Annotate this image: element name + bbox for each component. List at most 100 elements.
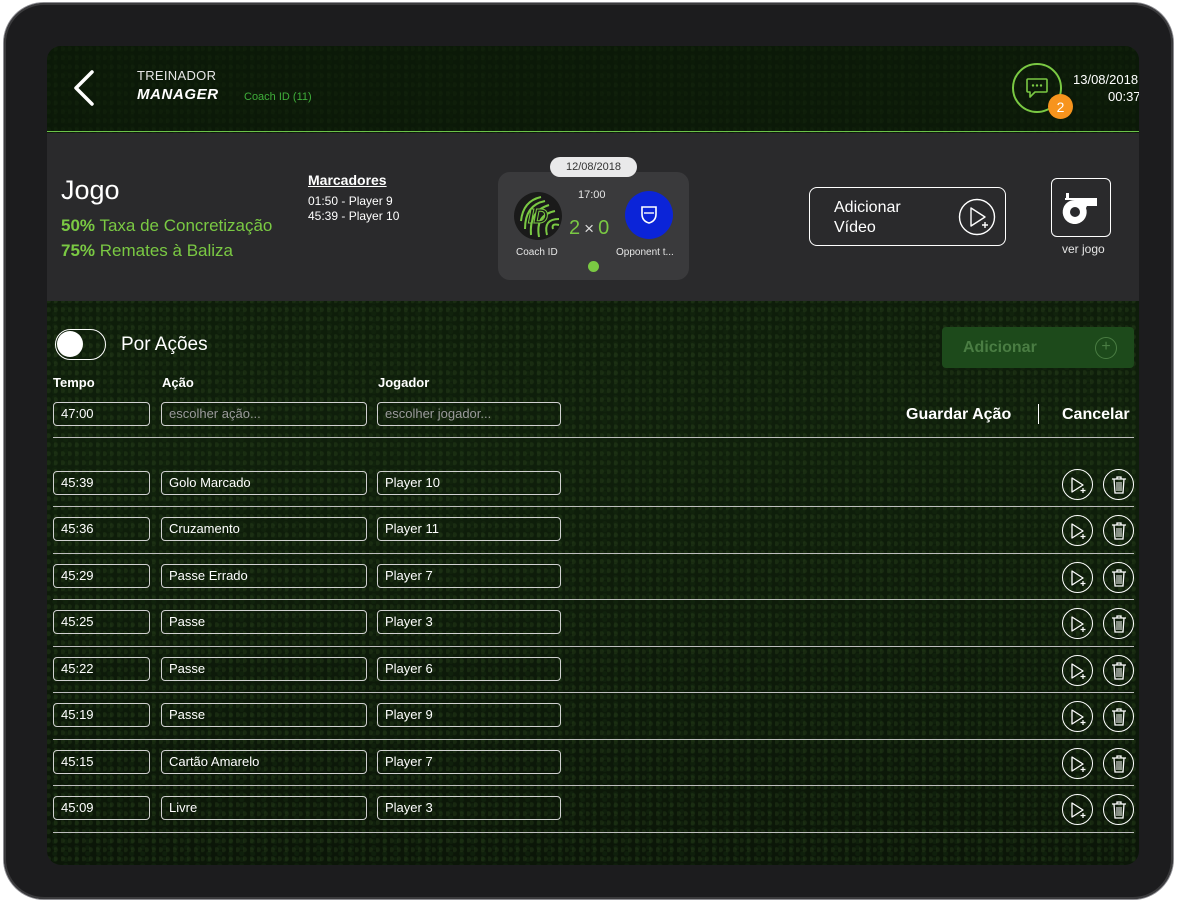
column-header-tempo: Tempo (53, 375, 95, 390)
row-action-field[interactable]: Golo Marcado (161, 471, 367, 495)
row-player-field[interactable]: Player 11 (377, 517, 561, 541)
delete-row-button[interactable] (1103, 515, 1134, 546)
row-action-field[interactable]: Passe Errado (161, 564, 367, 588)
scorer-item: 01:50 - Player 9 (308, 194, 393, 208)
trash-icon (1111, 568, 1126, 587)
save-action-button[interactable]: Guardar Ação (906, 406, 1011, 424)
trash-icon (1111, 707, 1126, 726)
trash-icon (1111, 475, 1126, 494)
add-video-row-button[interactable] (1062, 655, 1093, 686)
column-header-acao: Ação (162, 375, 194, 390)
divider (53, 785, 1134, 786)
row-time-field[interactable]: 45:36 (53, 517, 150, 541)
add-video-row-button[interactable] (1062, 515, 1093, 546)
ver-jogo-button[interactable] (1051, 178, 1111, 237)
plus-circle-icon: + (1095, 337, 1117, 359)
tablet-frame: TREINADOR MANAGER Coach ID (11) 2 13/08/… (4, 3, 1173, 899)
play-add-icon (1070, 522, 1085, 539)
row-player-field[interactable]: Player 10 (377, 471, 561, 495)
row-player-field[interactable]: Player 6 (377, 657, 561, 681)
add-video-row-button[interactable] (1062, 701, 1093, 732)
divider (53, 437, 1134, 438)
delete-row-button[interactable] (1103, 748, 1134, 779)
divider (53, 692, 1134, 693)
chat-bubble-icon (1026, 78, 1048, 98)
row-player-field[interactable]: Player 9 (377, 703, 561, 727)
play-add-icon (1070, 476, 1085, 493)
por-acoes-toggle[interactable] (55, 329, 106, 360)
trash-icon (1111, 521, 1126, 540)
home-team-name: Coach ID (516, 247, 558, 258)
divider (1038, 404, 1039, 424)
play-add-icon (1070, 615, 1085, 632)
adicionar-button[interactable]: Adicionar + (942, 327, 1134, 368)
delete-row-button[interactable] (1103, 608, 1134, 639)
row-time-field[interactable]: 45:29 (53, 564, 150, 588)
top-bar: TREINADOR MANAGER Coach ID (11) 2 13/08/… (47, 46, 1139, 132)
brand-manager: MANAGER (137, 86, 219, 103)
delete-row-button[interactable] (1103, 655, 1134, 686)
toggle-label: Por Ações (121, 334, 208, 355)
row-time-field[interactable]: 45:19 (53, 703, 150, 727)
row-player-field[interactable]: Player 3 (377, 796, 561, 820)
row-player-field[interactable]: Player 7 (377, 750, 561, 774)
delete-row-button[interactable] (1103, 469, 1134, 500)
row-action-field[interactable]: Passe (161, 703, 367, 727)
row-action-field[interactable]: Cruzamento (161, 517, 367, 541)
match-date-pill: 12/08/2018 (550, 157, 637, 177)
match-score: 2 × 0 (569, 217, 610, 239)
play-add-icon (1070, 755, 1085, 772)
player-select[interactable]: escolher jogador... (377, 402, 561, 426)
divider (53, 553, 1134, 554)
divider (53, 599, 1134, 600)
row-action-field[interactable]: Passe (161, 610, 367, 634)
row-player-field[interactable]: Player 7 (377, 564, 561, 588)
adicionar-label: Adicionar (963, 339, 1037, 356)
divider (53, 832, 1134, 833)
add-video-row-button[interactable] (1062, 469, 1093, 500)
divider (53, 739, 1134, 740)
back-chevron-icon[interactable] (71, 68, 99, 108)
add-video-label: Adicionar Vídeo (834, 199, 901, 236)
add-video-row-button[interactable] (1062, 794, 1093, 825)
chat-badge: 2 (1048, 94, 1073, 119)
row-time-field[interactable]: 45:09 (53, 796, 150, 820)
column-header-jogador: Jogador (378, 375, 430, 390)
delete-row-button[interactable] (1103, 701, 1134, 732)
away-team-logo (625, 191, 673, 239)
divider (53, 646, 1134, 647)
new-time-input[interactable]: 47:00 (53, 402, 150, 426)
match-time: 17:00 (578, 189, 606, 201)
scorer-item: 45:39 - Player 10 (308, 209, 400, 223)
header-time: 00:37 (1108, 89, 1139, 104)
action-select[interactable]: escolher ação... (161, 402, 367, 426)
row-time-field[interactable]: 45:39 (53, 471, 150, 495)
stat-shots-on-target: 75% Remates à Baliza (61, 241, 233, 260)
delete-row-button[interactable] (1103, 562, 1134, 593)
row-time-field[interactable]: 45:15 (53, 750, 150, 774)
add-video-row-button[interactable] (1062, 608, 1093, 639)
svg-text:ID: ID (528, 206, 548, 228)
live-indicator (588, 261, 599, 272)
play-add-icon (1070, 569, 1085, 586)
ver-jogo-label: ver jogo (1062, 242, 1105, 256)
row-time-field[interactable]: 45:22 (53, 657, 150, 681)
coach-id-label: Coach ID (11) (244, 91, 312, 103)
row-action-field[interactable]: Passe (161, 657, 367, 681)
play-add-icon (1070, 708, 1085, 725)
add-video-button[interactable]: Adicionar Vídeo (809, 187, 1006, 246)
add-video-row-button[interactable] (1062, 748, 1093, 779)
row-action-field[interactable]: Cartão Amarelo (161, 750, 367, 774)
brand-treinador: TREINADOR (137, 68, 217, 83)
toggle-knob (57, 331, 83, 357)
row-action-field[interactable]: Livre (161, 796, 367, 820)
row-time-field[interactable]: 45:25 (53, 610, 150, 634)
trash-icon (1111, 754, 1126, 773)
whistle-icon (1062, 192, 1097, 224)
cancel-button[interactable]: Cancelar (1062, 406, 1130, 424)
delete-row-button[interactable] (1103, 794, 1134, 825)
away-team-name: Opponent t... (616, 247, 674, 258)
add-video-row-button[interactable] (1062, 562, 1093, 593)
row-player-field[interactable]: Player 3 (377, 610, 561, 634)
play-add-icon (958, 198, 996, 236)
